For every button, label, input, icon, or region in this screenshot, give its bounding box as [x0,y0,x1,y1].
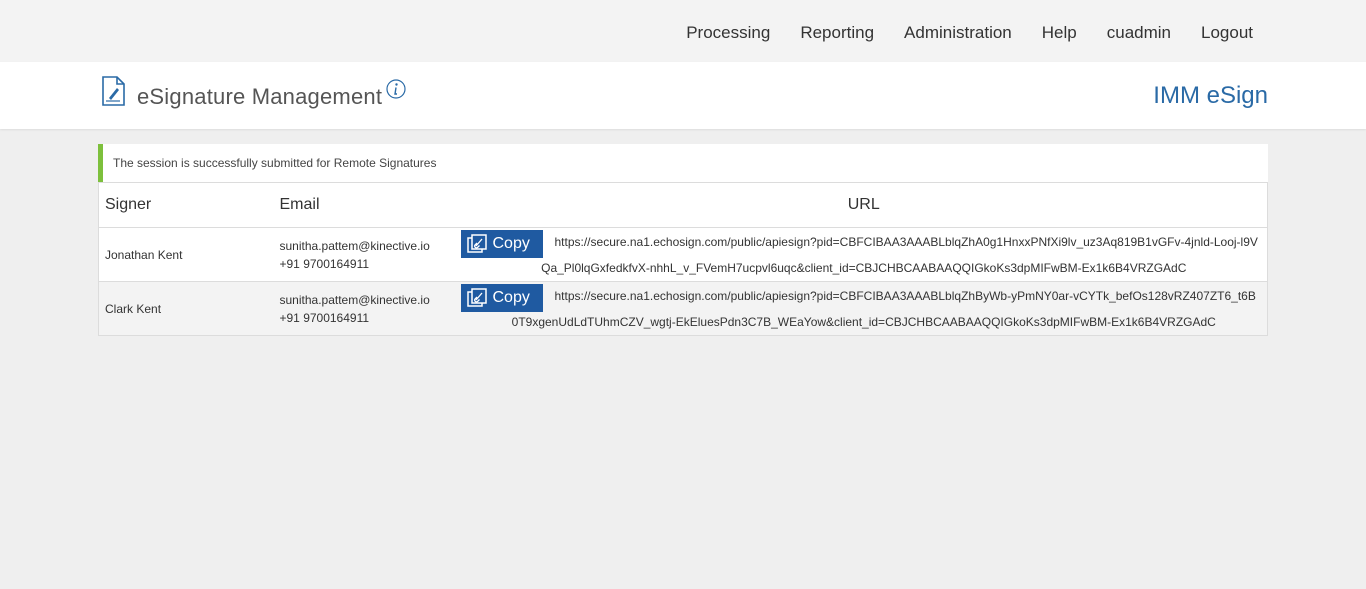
signer-email: sunitha.pattem@kinective.io [279,238,430,253]
copy-url-button[interactable]: Copy [460,284,543,312]
page-title: eSignature Management [137,84,383,109]
table-row: Jonathan Kent sunitha.pattem@kinective.i… [98,227,1268,282]
copy-icon [466,288,487,307]
nav-user-menu[interactable]: cuadmin [1107,22,1171,44]
nav-reporting[interactable]: Reporting [800,22,874,44]
column-url: URL [460,182,1268,228]
column-email: Email [273,182,461,228]
page-header: eSignature Management IMM eSign [0,62,1366,129]
nav-help[interactable]: Help [1042,22,1077,44]
success-alert: The session is successfully submitted fo… [98,144,1268,182]
signer-name: Clark Kent [98,281,274,336]
nav-processing[interactable]: Processing [686,22,770,44]
main-menu: Processing Reporting Administration Help… [656,22,1253,44]
signers-table: Signer Email URL Jonathan Kent sunitha.p… [98,182,1268,336]
email-cell: sunitha.pattem@kinective.io +91 97001649… [273,227,461,282]
table-row: Clark Kent sunitha.pattem@kinective.io +… [98,281,1268,336]
brand-name: IMM eSign [1153,82,1268,109]
top-navigation: Processing Reporting Administration Help… [0,0,1366,62]
signing-url: https://secure.na1.echosign.com/public/a… [511,289,1256,329]
document-sign-icon [100,76,126,111]
signer-phone: +91 9700164911 [279,310,370,325]
copy-icon [466,234,487,253]
table-header: Signer Email URL [98,182,1268,228]
url-cell: Copy https://secure.na1.echosign.com/pub… [460,227,1268,282]
column-signer: Signer [98,182,274,228]
copy-label: Copy [492,235,530,252]
signing-url: https://secure.na1.echosign.com/public/a… [541,235,1258,275]
info-icon[interactable] [386,79,406,104]
email-cell: sunitha.pattem@kinective.io +91 97001649… [273,281,461,336]
url-cell: Copy https://secure.na1.echosign.com/pub… [460,281,1268,336]
alert-message: The session is successfully submitted fo… [113,156,437,170]
signer-name: Jonathan Kent [98,227,274,282]
copy-url-button[interactable]: Copy [460,230,543,258]
signer-email: sunitha.pattem@kinective.io [279,292,430,307]
nav-logout[interactable]: Logout [1201,22,1253,44]
nav-administration[interactable]: Administration [904,22,1012,44]
copy-label: Copy [492,289,530,306]
signer-phone: +91 9700164911 [279,256,370,271]
